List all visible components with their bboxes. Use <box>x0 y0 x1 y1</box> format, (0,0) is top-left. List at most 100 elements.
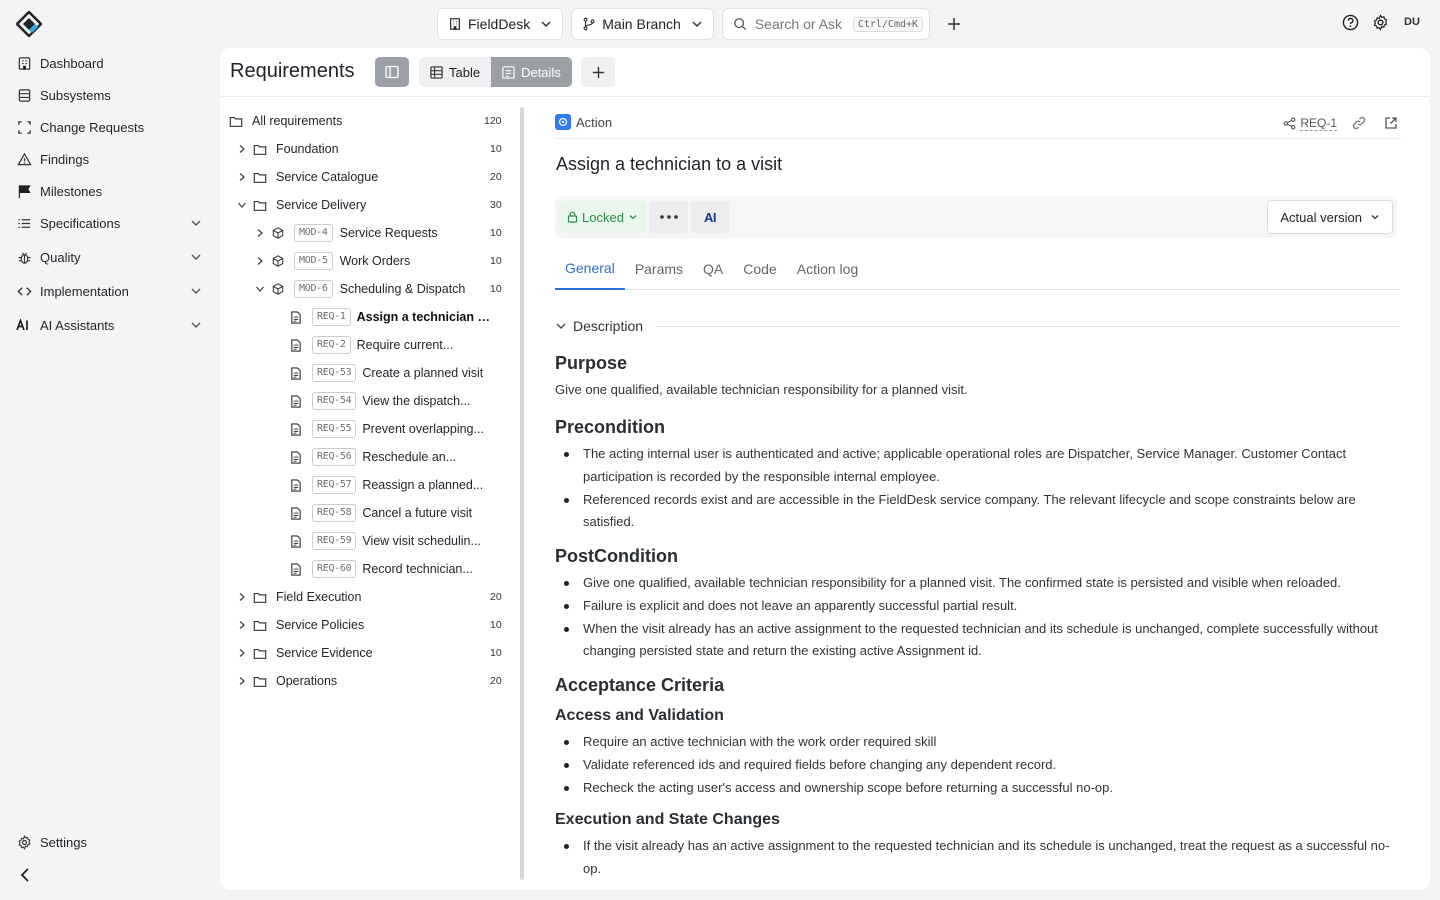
tree-module[interactable]: MOD-4 Service Requests 10 <box>252 221 508 245</box>
module-tag: MOD-4 <box>294 224 333 242</box>
document-icon <box>288 393 304 409</box>
list-item: Referenced records exist and are accessi… <box>555 489 1400 534</box>
document-icon <box>288 449 304 465</box>
search-input[interactable] <box>754 16 845 32</box>
divider <box>655 325 1400 327</box>
tree-row-label: Operations <box>276 674 338 688</box>
tree-folder[interactable]: Field Execution 20 <box>234 585 508 609</box>
add-view-button[interactable] <box>581 57 615 87</box>
tree-folder[interactable]: Service Delivery 30 <box>234 193 508 217</box>
project-selector[interactable]: FieldDesk <box>437 8 564 40</box>
tab-qa[interactable]: QA <box>693 248 733 290</box>
tree-scrollbar[interactable] <box>520 107 524 880</box>
tree-row-count: 30 <box>490 199 502 211</box>
tree-folder[interactable]: Foundation 10 <box>234 137 508 161</box>
toggle-tree-button[interactable] <box>375 57 409 87</box>
tree-requirement[interactable]: REQ-2 Require current... <box>288 333 508 357</box>
version-dropdown[interactable]: Actual version <box>1267 200 1393 234</box>
status-dropdown[interactable]: Locked <box>559 201 646 233</box>
tree-requirement[interactable]: REQ-59 View visit schedulin... <box>288 529 508 553</box>
tree-folder[interactable]: Operations 20 <box>234 669 508 693</box>
search-box[interactable]: Ctrl/Cmd+K <box>721 8 930 40</box>
chevron-down-icon <box>190 285 202 297</box>
tree-row-count: 20 <box>490 591 502 603</box>
sidebar-item-label: Subsystems <box>40 87 111 103</box>
sidebar-item-findings[interactable]: Findings <box>16 146 206 172</box>
tree-root[interactable]: All requirements 120 <box>228 109 508 133</box>
settings-button[interactable] <box>1370 12 1390 32</box>
list-icon <box>16 215 32 231</box>
tree-row-label: Prevent overlapping... <box>362 422 484 436</box>
tree-row-label: All requirements <box>252 114 343 128</box>
tree-row-count: 20 <box>490 171 502 183</box>
tab-general[interactable]: General <box>555 248 625 290</box>
folder-icon <box>252 617 268 633</box>
collapse-sidebar-button[interactable] <box>16 866 34 884</box>
sidebar-item-change-requests[interactable]: Change Requests <box>16 114 206 140</box>
sidebar-item-dashboard[interactable]: Dashboard <box>16 50 206 76</box>
tree-row-label: Service Requests <box>339 226 438 240</box>
tree-requirement[interactable]: REQ-1 Assign a technician t... <box>288 305 508 329</box>
tree-requirement[interactable]: REQ-56 Reschedule an... <box>288 445 508 469</box>
tree-requirement[interactable]: REQ-55 Prevent overlapping... <box>288 417 508 441</box>
flag-icon <box>16 183 32 199</box>
tree-requirement[interactable]: REQ-57 Reassign a planned... <box>288 473 508 497</box>
description-section-toggle[interactable]: Description <box>555 317 1400 335</box>
tab-params[interactable]: Params <box>625 248 693 290</box>
tree-row-label: Field Execution <box>276 590 362 604</box>
sidebar-item-milestones[interactable]: Milestones <box>16 178 206 204</box>
open-external-button[interactable] <box>1381 113 1401 133</box>
page-title: Requirements <box>230 60 355 82</box>
tree-requirement[interactable]: REQ-58 Cancel a future visit <box>288 501 508 525</box>
ai-assist-button[interactable]: AI <box>691 201 729 233</box>
warning-icon <box>16 151 32 167</box>
sidebar-item-quality[interactable]: Quality <box>16 244 206 270</box>
purpose-text: Give one qualified, available technician… <box>555 382 968 397</box>
tree-folder[interactable]: Service Evidence 10 <box>234 641 508 665</box>
chevron-down-icon <box>190 217 202 229</box>
tab-code[interactable]: Code <box>733 248 786 290</box>
sidebar-item-settings[interactable]: Settings <box>16 829 206 855</box>
sidebar-item-specifications[interactable]: Specifications <box>16 210 206 236</box>
list-item: Failure is explicit and does not leave a… <box>555 595 1400 618</box>
user-avatar[interactable]: DU <box>1400 16 1424 28</box>
tree-row-label: Create a planned visit <box>362 366 484 380</box>
requirement-tag: REQ-1 <box>312 308 351 326</box>
code-icon <box>16 283 32 299</box>
help-button[interactable] <box>1340 12 1360 32</box>
list-item: Recheck the acting user's access and own… <box>555 777 1400 800</box>
app-logo[interactable] <box>16 11 42 37</box>
tree-row-label: Reschedule an... <box>362 450 457 464</box>
copy-link-button[interactable] <box>1349 113 1369 133</box>
view-table-button[interactable]: Table <box>419 57 491 87</box>
sidebar-item-label: Quality <box>40 249 81 265</box>
branch-selector[interactable]: Main Branch <box>571 8 714 40</box>
gear-icon <box>16 834 32 850</box>
create-button[interactable] <box>938 8 970 40</box>
sidebar-item-ai-assistants[interactable]: AI Assistants <box>16 312 206 338</box>
view-details-button[interactable]: Details <box>491 57 572 87</box>
frame-icon <box>16 119 32 135</box>
document-icon <box>288 505 304 521</box>
tree-row-count: 10 <box>490 619 502 631</box>
sidebar-item-implementation[interactable]: Implementation <box>16 278 206 304</box>
requirements-tree: All requirements 120 Foundation 10 Servi… <box>220 107 520 887</box>
tree-requirement[interactable]: REQ-60 Record technician... <box>288 557 508 581</box>
requirement-id[interactable]: REQ-1 <box>1283 116 1337 131</box>
more-actions-button[interactable] <box>649 201 688 233</box>
chevron-down-icon <box>691 18 703 30</box>
tree-requirement[interactable]: REQ-54 View the dispatch... <box>288 389 508 413</box>
document-icon <box>288 421 304 437</box>
sidebar-item-subsystems[interactable]: Subsystems <box>16 82 206 108</box>
requirement-tag: REQ-54 <box>312 392 357 410</box>
tree-requirement[interactable]: REQ-53 Create a planned visit <box>288 361 508 385</box>
tree-module[interactable]: MOD-5 Work Orders 10 <box>252 249 508 273</box>
tab-action-log[interactable]: Action log <box>787 248 868 290</box>
tree-folder[interactable]: Service Policies 10 <box>234 613 508 637</box>
tree-folder[interactable]: Service Catalogue 20 <box>234 165 508 189</box>
requirement-tag: REQ-56 <box>312 448 357 466</box>
tree-row-count: 10 <box>490 255 502 267</box>
document-icon <box>288 337 304 353</box>
tree-module[interactable]: MOD-6 Scheduling & Dispatch 10 <box>252 277 508 301</box>
folder-icon <box>252 141 268 157</box>
